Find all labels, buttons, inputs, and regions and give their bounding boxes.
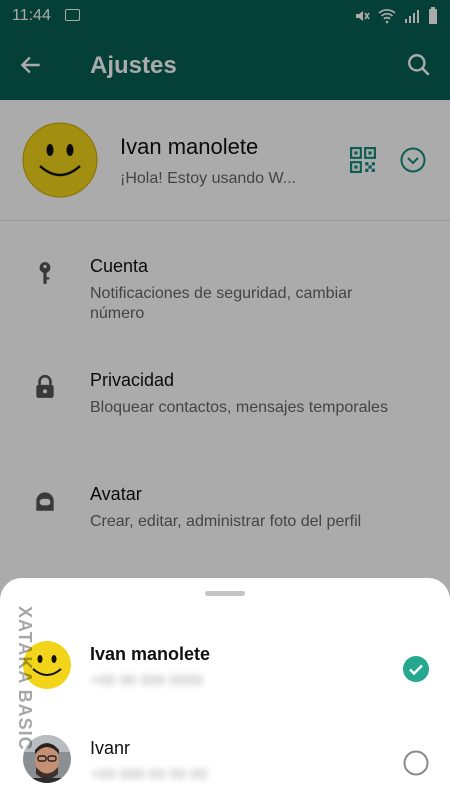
account-switcher-sheet: Ivan manolete +00 00 000 0000 Ivanr +00 … bbox=[0, 578, 450, 800]
account-name: Ivanr bbox=[90, 738, 131, 758]
account-number: +00 00 000 0000 bbox=[90, 672, 204, 689]
radio-unselected-icon[interactable] bbox=[403, 750, 429, 776]
check-circle-icon[interactable] bbox=[403, 656, 429, 682]
account-name: Ivan manolete bbox=[90, 644, 211, 664]
watermark: XATAKA BASIC bbox=[15, 606, 35, 751]
account-number: +00 000 00 00 00 bbox=[90, 766, 208, 783]
account-row-1[interactable]: Ivan manolete +00 00 000 0000 bbox=[0, 612, 450, 708]
drag-handle[interactable] bbox=[205, 591, 245, 596]
account-row-2[interactable]: Ivanr +00 000 00 00 00 bbox=[0, 706, 450, 802]
